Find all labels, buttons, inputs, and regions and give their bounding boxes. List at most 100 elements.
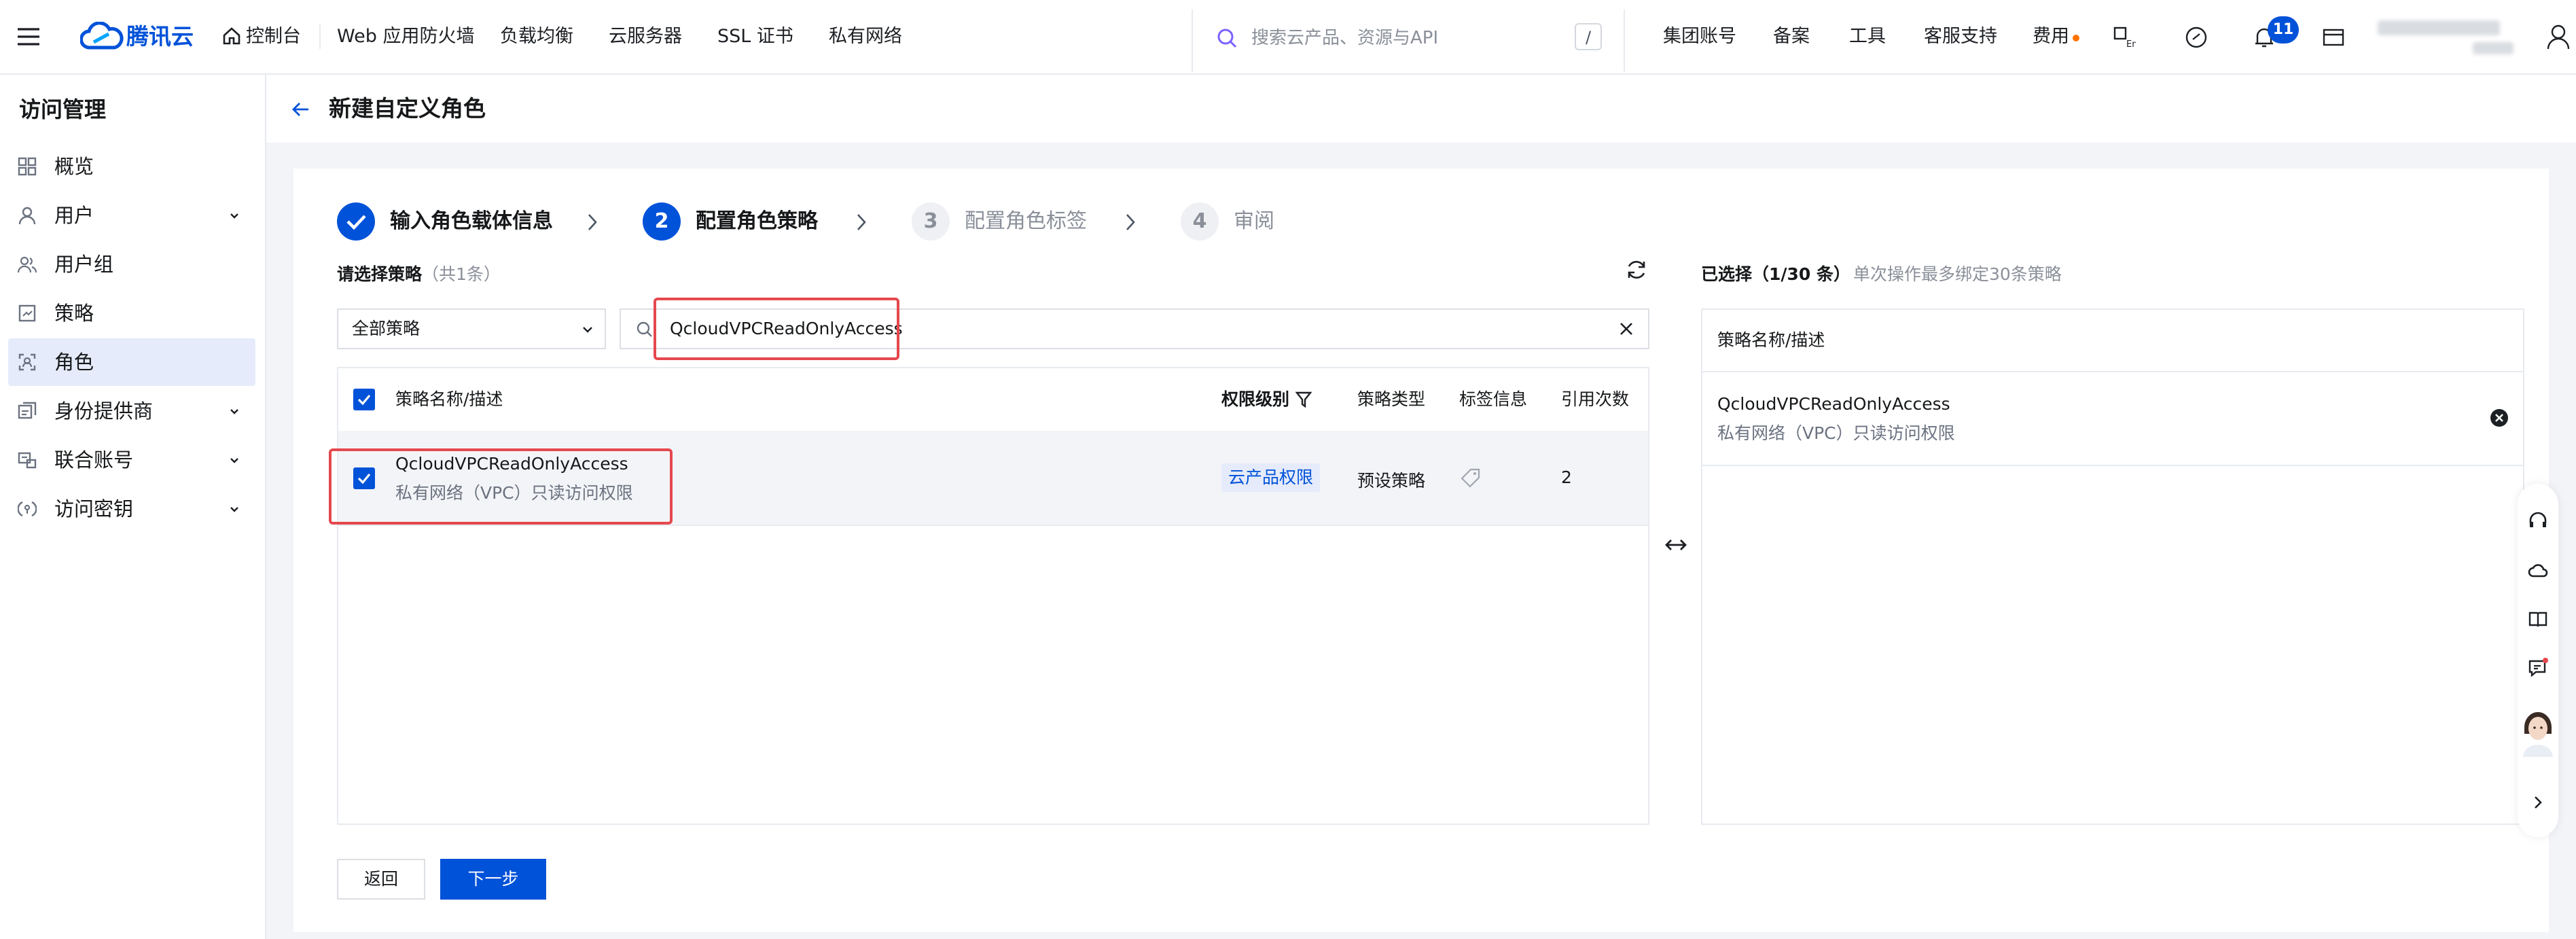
search-shortcut-key: / [1575,23,1602,50]
chevron-right-icon [586,212,599,232]
back-arrow-icon[interactable] [291,99,311,120]
reference-count: 2 [1561,467,1572,487]
nav-clb[interactable]: 负载均衡 [500,0,573,73]
row-checkbox[interactable] [353,467,375,489]
access-key-icon [18,499,37,518]
role-icon [18,353,37,372]
user-icon [18,206,37,225]
nav-cvm[interactable]: 云服务器 [609,0,682,73]
sidebar-item-users[interactable]: 用户 [8,192,255,239]
table-header: 策略名称/描述 权限级别 策略类型 标签信息 引用次数 [338,368,1648,432]
selected-hint: 单次操作最多绑定30条策略 [1853,264,2062,284]
group-account-link[interactable]: 集团账号 [1663,0,1736,73]
chevron-right-icon[interactable] [2528,792,2548,813]
remove-icon[interactable] [2489,408,2509,428]
federated-account-icon [18,450,37,469]
sidebar-item-overview[interactable]: 概览 [8,143,255,190]
swap-arrows-icon [1664,537,1687,553]
policy-name: QcloudVPCReadOnlyAccess [395,454,628,474]
policy-desc: 私有网络（VPC）只读访问权限 [395,483,633,503]
menu-icon[interactable] [16,24,41,49]
sidebar-item-policies[interactable]: 策略 [8,289,255,337]
sidebar-item-access-keys[interactable]: 访问密钥 [8,485,255,533]
search-icon [636,321,654,338]
divider [319,24,321,49]
back-button[interactable]: 返回 [337,859,425,900]
page-header: 新建自定义角色 [266,75,2576,143]
clear-icon[interactable] [1618,321,1634,337]
col-tags: 标签信息 [1459,389,1528,409]
chevron-down-icon [228,405,240,417]
selected-title: 已选择 [1701,264,1753,284]
home-icon [221,26,242,46]
policy-select-label: 请选择策略（共1条） [337,261,501,285]
step-label: 配置角色标签 [965,209,1087,233]
global-search[interactable]: 搜索云产品、资源与API [1216,23,1603,53]
tag-icon[interactable] [1461,467,1481,488]
sidebar: 访问管理 概览 用户 用户组 策略 角色 身份提供商 联合账号 访问密钥 [0,75,266,939]
billing-link[interactable]: 费用 [2033,0,2069,73]
sidebar-item-identity-providers[interactable]: 身份提供商 [8,387,255,435]
step-number: 2 [643,202,681,241]
icp-filing-link[interactable]: 备案 [1773,0,1810,73]
tools-link[interactable]: 工具 [1849,0,1886,73]
sidebar-item-federated-accounts[interactable]: 联合账号 [8,436,255,484]
policy-icon [18,304,37,323]
nav-waf[interactable]: Web 应用防火墙 [337,0,474,73]
language-icon[interactable]: En [2113,26,2136,49]
link-icon[interactable] [2185,26,2208,49]
selected-col-name: 策略名称/描述 [1717,330,1825,350]
inbox-icon[interactable] [2322,26,2345,49]
page-title: 新建自定义角色 [329,95,486,122]
tencent-cloud-logo-icon[interactable] [80,22,124,52]
headset-icon[interactable] [2528,511,2548,531]
col-refs: 引用次数 [1561,389,1630,409]
assistant-avatar-icon[interactable] [2520,700,2556,757]
account-name-blurred[interactable] [2378,20,2500,35]
policy-type-select[interactable]: 全部策略 [337,308,606,349]
refresh-icon[interactable] [1625,258,1648,281]
chevron-down-icon [228,503,240,515]
table-row[interactable]: QcloudVPCReadOnlyAccess 私有网络（VPC）只读访问权限 … [338,431,1648,526]
sidebar-item-label: 访问密钥 [54,497,134,520]
policy-table: 策略名称/描述 权限级别 策略类型 标签信息 引用次数 QcloudVPCRea… [337,367,1649,825]
selected-header: 策略名称/描述 [1702,310,2523,372]
step-label: 配置角色策略 [696,209,818,233]
col-type: 策略类型 [1357,389,1426,409]
user-group-icon [18,255,37,274]
sidebar-item-label: 策略 [54,302,94,325]
book-icon[interactable] [2528,609,2548,629]
nav-vpc[interactable]: 私有网络 [829,0,902,73]
console-link[interactable]: 控制台 [246,0,301,73]
policy-count: （共1条） [422,264,501,284]
cloud-icon[interactable] [2528,560,2548,580]
next-step-button[interactable]: 下一步 [440,859,546,900]
selected-policy-desc: 私有网络（VPC）只读访问权限 [1717,423,1955,443]
filter-icon[interactable] [1295,390,1312,409]
search-value: QcloudVPCReadOnlyAccess [670,319,903,338]
identity-provider-icon [18,402,37,421]
select-all-checkbox[interactable] [353,389,375,410]
support-link[interactable]: 客服支持 [1924,0,1997,73]
policy-search-input[interactable]: QcloudVPCReadOnlyAccess [620,308,1649,349]
sidebar-item-label: 用户 [54,204,94,227]
sidebar-item-label: 角色 [54,351,94,374]
permission-level-tag: 云产品权限 [1221,463,1321,492]
sidebar-item-roles[interactable]: 角色 [8,338,255,386]
policy-type: 预设策略 [1357,471,1426,491]
notification-count-badge: 11 [2268,16,2299,43]
top-bar: 腾讯云 控制台 Web 应用防火墙 负载均衡 云服务器 SSL 证书 私有网络 … [0,0,2576,75]
floating-toolbar [2518,484,2558,837]
selected-count: （1/30 条） [1752,264,1851,284]
selected-item: QcloudVPCReadOnlyAccess 私有网络（VPC）只读访问权限 [1702,371,2523,466]
policy-select-title: 请选择策略 [337,264,423,284]
step-number: 3 [912,202,950,241]
sidebar-item-user-groups[interactable]: 用户组 [8,241,255,288]
col-name: 策略名称/描述 [395,389,503,409]
divider [1192,10,1193,72]
overview-icon [18,157,37,176]
avatar-icon[interactable] [2546,23,2571,50]
nav-ssl[interactable]: SSL 证书 [717,0,793,73]
feedback-icon[interactable] [2528,658,2548,678]
brand-name[interactable]: 腾讯云 [126,0,194,73]
